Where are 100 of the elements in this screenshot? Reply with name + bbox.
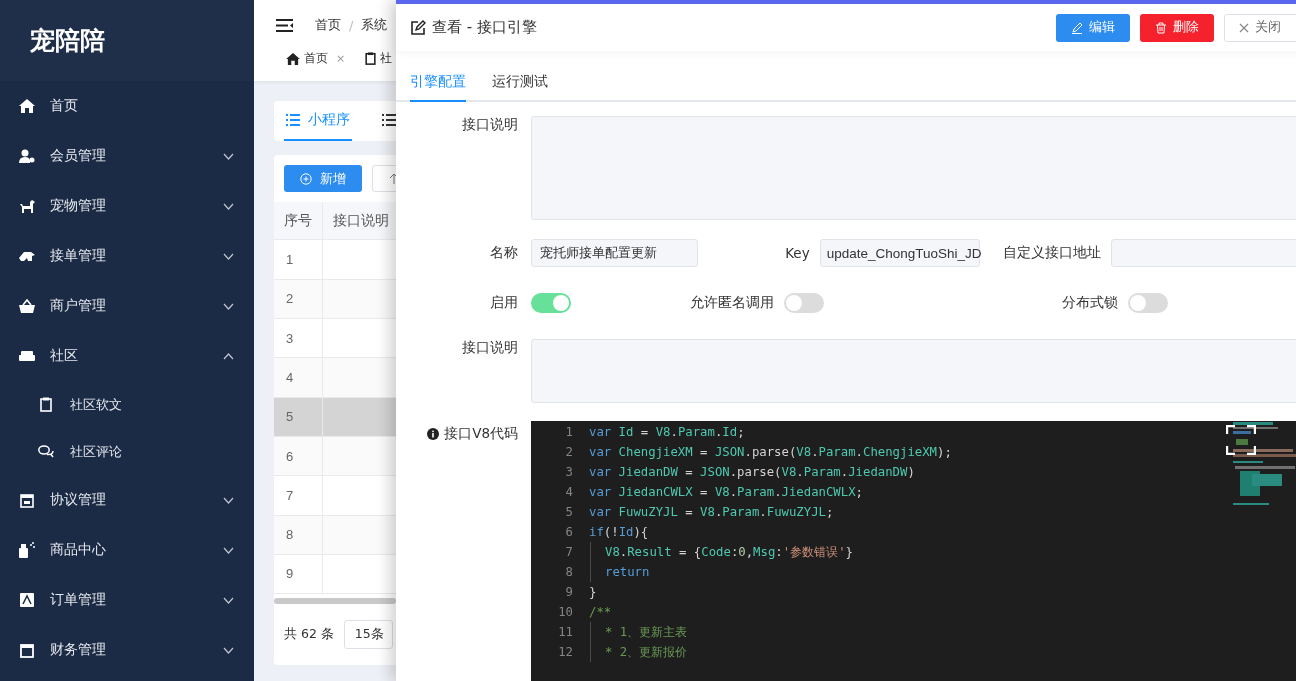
sofa-icon — [19, 350, 35, 362]
chevron-icon — [223, 252, 234, 260]
chevron-icon — [223, 352, 234, 360]
list-icon — [382, 114, 396, 126]
delete-button[interactable]: 删除 — [1140, 13, 1214, 42]
menu-icon[interactable] — [276, 18, 293, 32]
table-row[interactable]: 7 — [274, 476, 396, 516]
user-icon — [19, 149, 35, 163]
field-label: 接口说明 — [461, 339, 519, 357]
table-cell: 4 — [274, 358, 323, 397]
upload-button[interactable] — [372, 165, 396, 192]
sidebar-subitem[interactable]: 社区评论 — [0, 428, 254, 475]
chevron-icon — [223, 302, 234, 310]
line-number: 10 — [557, 605, 574, 619]
home-icon — [19, 99, 35, 113]
calendar-icon — [20, 642, 34, 658]
code-editor[interactable] — [531, 421, 1296, 681]
chat-icon — [38, 445, 54, 458]
table-cell: 9 — [274, 554, 323, 594]
table-cell: 7 — [274, 476, 323, 515]
page-tag[interactable]: 首页 × — [286, 50, 346, 67]
trash-icon — [1155, 21, 1167, 34]
sidebar-item[interactable]: 首页 — [0, 81, 254, 131]
line-number: 6 — [564, 525, 574, 539]
code-line: } — [589, 585, 597, 599]
app-logo: 宠陪陪 — [30, 25, 105, 57]
line-number: 5 — [564, 505, 574, 519]
close-button[interactable]: 关闭 — [1224, 13, 1296, 42]
tab[interactable]: 运行测试 — [492, 65, 548, 102]
sidebar-subitem[interactable]: 社区软文 — [0, 381, 254, 428]
dog-icon — [19, 199, 35, 213]
field-label: 启用 — [489, 294, 519, 312]
description-field[interactable] — [531, 116, 1296, 220]
code-line: var ChengjieXM = JSON.parse(V8.Param.ChengjieXM); — [589, 445, 952, 459]
line-number: 12 — [557, 645, 574, 659]
pencil-icon — [1071, 21, 1083, 34]
bottle-icon — [18, 542, 36, 558]
breadcrumb-item[interactable]: 系统 — [361, 16, 388, 34]
upload-icon — [389, 173, 396, 184]
sidebar-item[interactable]: 商户管理 — [0, 281, 254, 331]
field-label: 自定义接口地址 — [1002, 244, 1103, 262]
table-cell: 8 — [274, 515, 323, 554]
edit-icon — [410, 19, 426, 36]
toggle-switch[interactable] — [784, 293, 824, 313]
table-row[interactable]: 1 — [274, 240, 396, 280]
home-icon — [286, 52, 300, 65]
code-line: return — [590, 562, 650, 582]
code-line: var JiedanCWLX = V8.Param.JiedanCWLX; — [589, 485, 863, 499]
table-cell: 3 — [274, 318, 323, 358]
drawer-title: 查看 - 接口引擎 — [432, 18, 537, 37]
table-row[interactable]: 5 — [274, 397, 396, 437]
code-line: var JiedanDW = JSON.parse(V8.Param.JiedanDW) — [589, 465, 915, 479]
field-label: 接口说明 — [461, 116, 519, 134]
toggle-switch[interactable] — [1128, 293, 1168, 313]
table-row[interactable]: 4 — [274, 358, 396, 398]
description-field[interactable] — [531, 339, 1296, 403]
code-line: V8.Result = {Code:0,Msg:'参数错误'} — [590, 542, 853, 562]
column-header: 序号 — [274, 202, 323, 240]
line-number: 4 — [564, 485, 574, 499]
table-row[interactable]: 8 — [274, 515, 396, 555]
sidebar-item[interactable]: 会员管理 — [0, 131, 254, 181]
sidebar-item[interactable]: 订单管理 — [0, 575, 254, 625]
list-icon — [286, 114, 300, 126]
basket-icon — [19, 299, 35, 313]
url-field[interactable] — [1111, 239, 1296, 267]
info-icon — [427, 428, 440, 440]
field-label: 名称 — [489, 244, 519, 262]
table-row[interactable]: 3 — [274, 318, 396, 359]
sidebar-item[interactable]: 财务管理 — [0, 625, 254, 675]
code-line: * 2、更新报价 — [590, 642, 688, 662]
fullscreen-icon[interactable] — [1226, 425, 1256, 455]
sidebar-item[interactable]: 商品中心 — [0, 525, 254, 575]
scrollbar[interactable] — [274, 598, 396, 605]
code-line: var FuwuZYJL = V8.Param.FuwuZYJL; — [589, 505, 834, 519]
sidebar-item[interactable]: 宠物管理 — [0, 181, 254, 231]
page-size-select[interactable]: 15条 — [343, 620, 393, 650]
table-row[interactable]: 2 — [274, 279, 396, 319]
line-number: 11 — [557, 625, 574, 639]
name-field[interactable]: 宠托师接单配置更新 — [531, 239, 699, 267]
page-tag[interactable]: 社 — [365, 50, 393, 67]
line-number: 9 — [564, 585, 574, 599]
table-row[interactable]: 9 — [274, 554, 396, 595]
field-label: 分布式锁 — [1061, 294, 1119, 312]
calendar-icon — [20, 492, 34, 508]
code-line: var Id = V8.Param.Id; — [589, 425, 745, 439]
line-number: 8 — [564, 565, 574, 579]
toggle-switch[interactable] — [531, 293, 571, 313]
plus-circle-icon — [300, 172, 312, 185]
sidebar-item[interactable]: 接单管理 — [0, 231, 254, 281]
image-icon — [20, 593, 34, 607]
table-cell: 1 — [274, 240, 323, 279]
table-row[interactable]: 6 — [274, 436, 396, 477]
key-field[interactable]: update_ChongTuoShi_JD — [819, 239, 980, 267]
sidebar-item[interactable]: 社区 — [0, 331, 254, 381]
breadcrumb-item[interactable]: 首页 — [315, 16, 341, 34]
table-cell: 5 — [274, 397, 323, 436]
line-number: 3 — [564, 465, 574, 479]
total-count: 共 62 条 — [284, 626, 334, 644]
sidebar-item[interactable]: 协议管理 — [0, 475, 254, 525]
chevron-icon — [223, 546, 234, 554]
